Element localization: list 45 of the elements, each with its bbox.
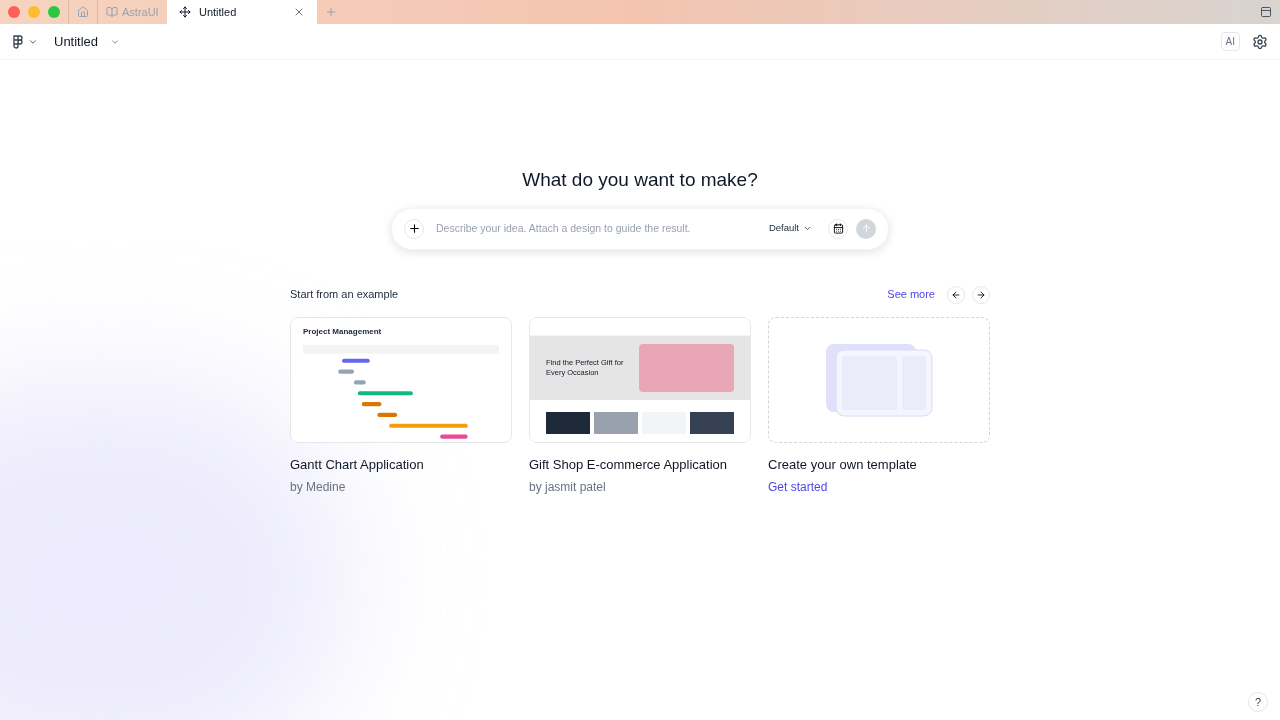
task-bar [338,369,354,374]
task-bar [361,401,382,406]
tab[interactable]: Untitled [167,0,317,24]
caret-icon [803,224,812,233]
tab-label: Untitled [199,4,237,20]
card-title: Gantt Chart Application [290,455,425,474]
photo-placeholder [546,411,590,434]
task-bar [377,412,398,417]
template-preview[interactable]: Project Management [290,316,512,443]
ai-badge[interactable]: AI [1220,32,1240,51]
move-icon [179,6,191,18]
book-icon [106,6,118,18]
plus-icon [407,222,421,235]
task-bar [440,434,468,439]
logo-icon [12,34,24,49]
task-bar [342,358,370,363]
settings-icon[interactable] [1252,33,1268,50]
model-dropdown[interactable]: Default [768,221,812,236]
photo-placeholder [594,411,638,434]
task-bar [357,390,413,395]
card-title: Gift Shop E-commerce Application [529,455,728,474]
window-icon [1260,6,1272,18]
arrow-left-icon [951,289,961,300]
home-icon [77,6,89,18]
main-menu-button[interactable] [12,34,38,49]
calendar-icon [832,223,844,234]
arrow-up-icon [860,223,872,234]
prompt-input[interactable]: Describe your idea. Attach a design to guide the result. [436,220,761,237]
preview-title: Project Management [303,325,383,338]
page-heading: What do you want to make? [522,168,758,192]
see-more-link[interactable]: See more [887,286,935,303]
file-title-dropdown[interactable]: Untitled [54,31,121,52]
close-window-button[interactable] [8,6,20,18]
plus-icon [325,6,337,18]
tab-label: AstraUI [122,4,159,20]
task-bar [353,379,366,384]
help-button[interactable]: ? [1248,692,1268,712]
card-title: Create your own template [768,455,918,474]
card-author: by Medine [290,479,347,496]
close-icon[interactable] [293,6,305,18]
arrow-right-icon [976,289,986,300]
card-author: by jasmit patel [529,479,607,496]
section-heading: Start from an example [290,287,399,303]
photo-placeholder [690,411,734,434]
get-started-link[interactable]: Get started [768,478,990,496]
